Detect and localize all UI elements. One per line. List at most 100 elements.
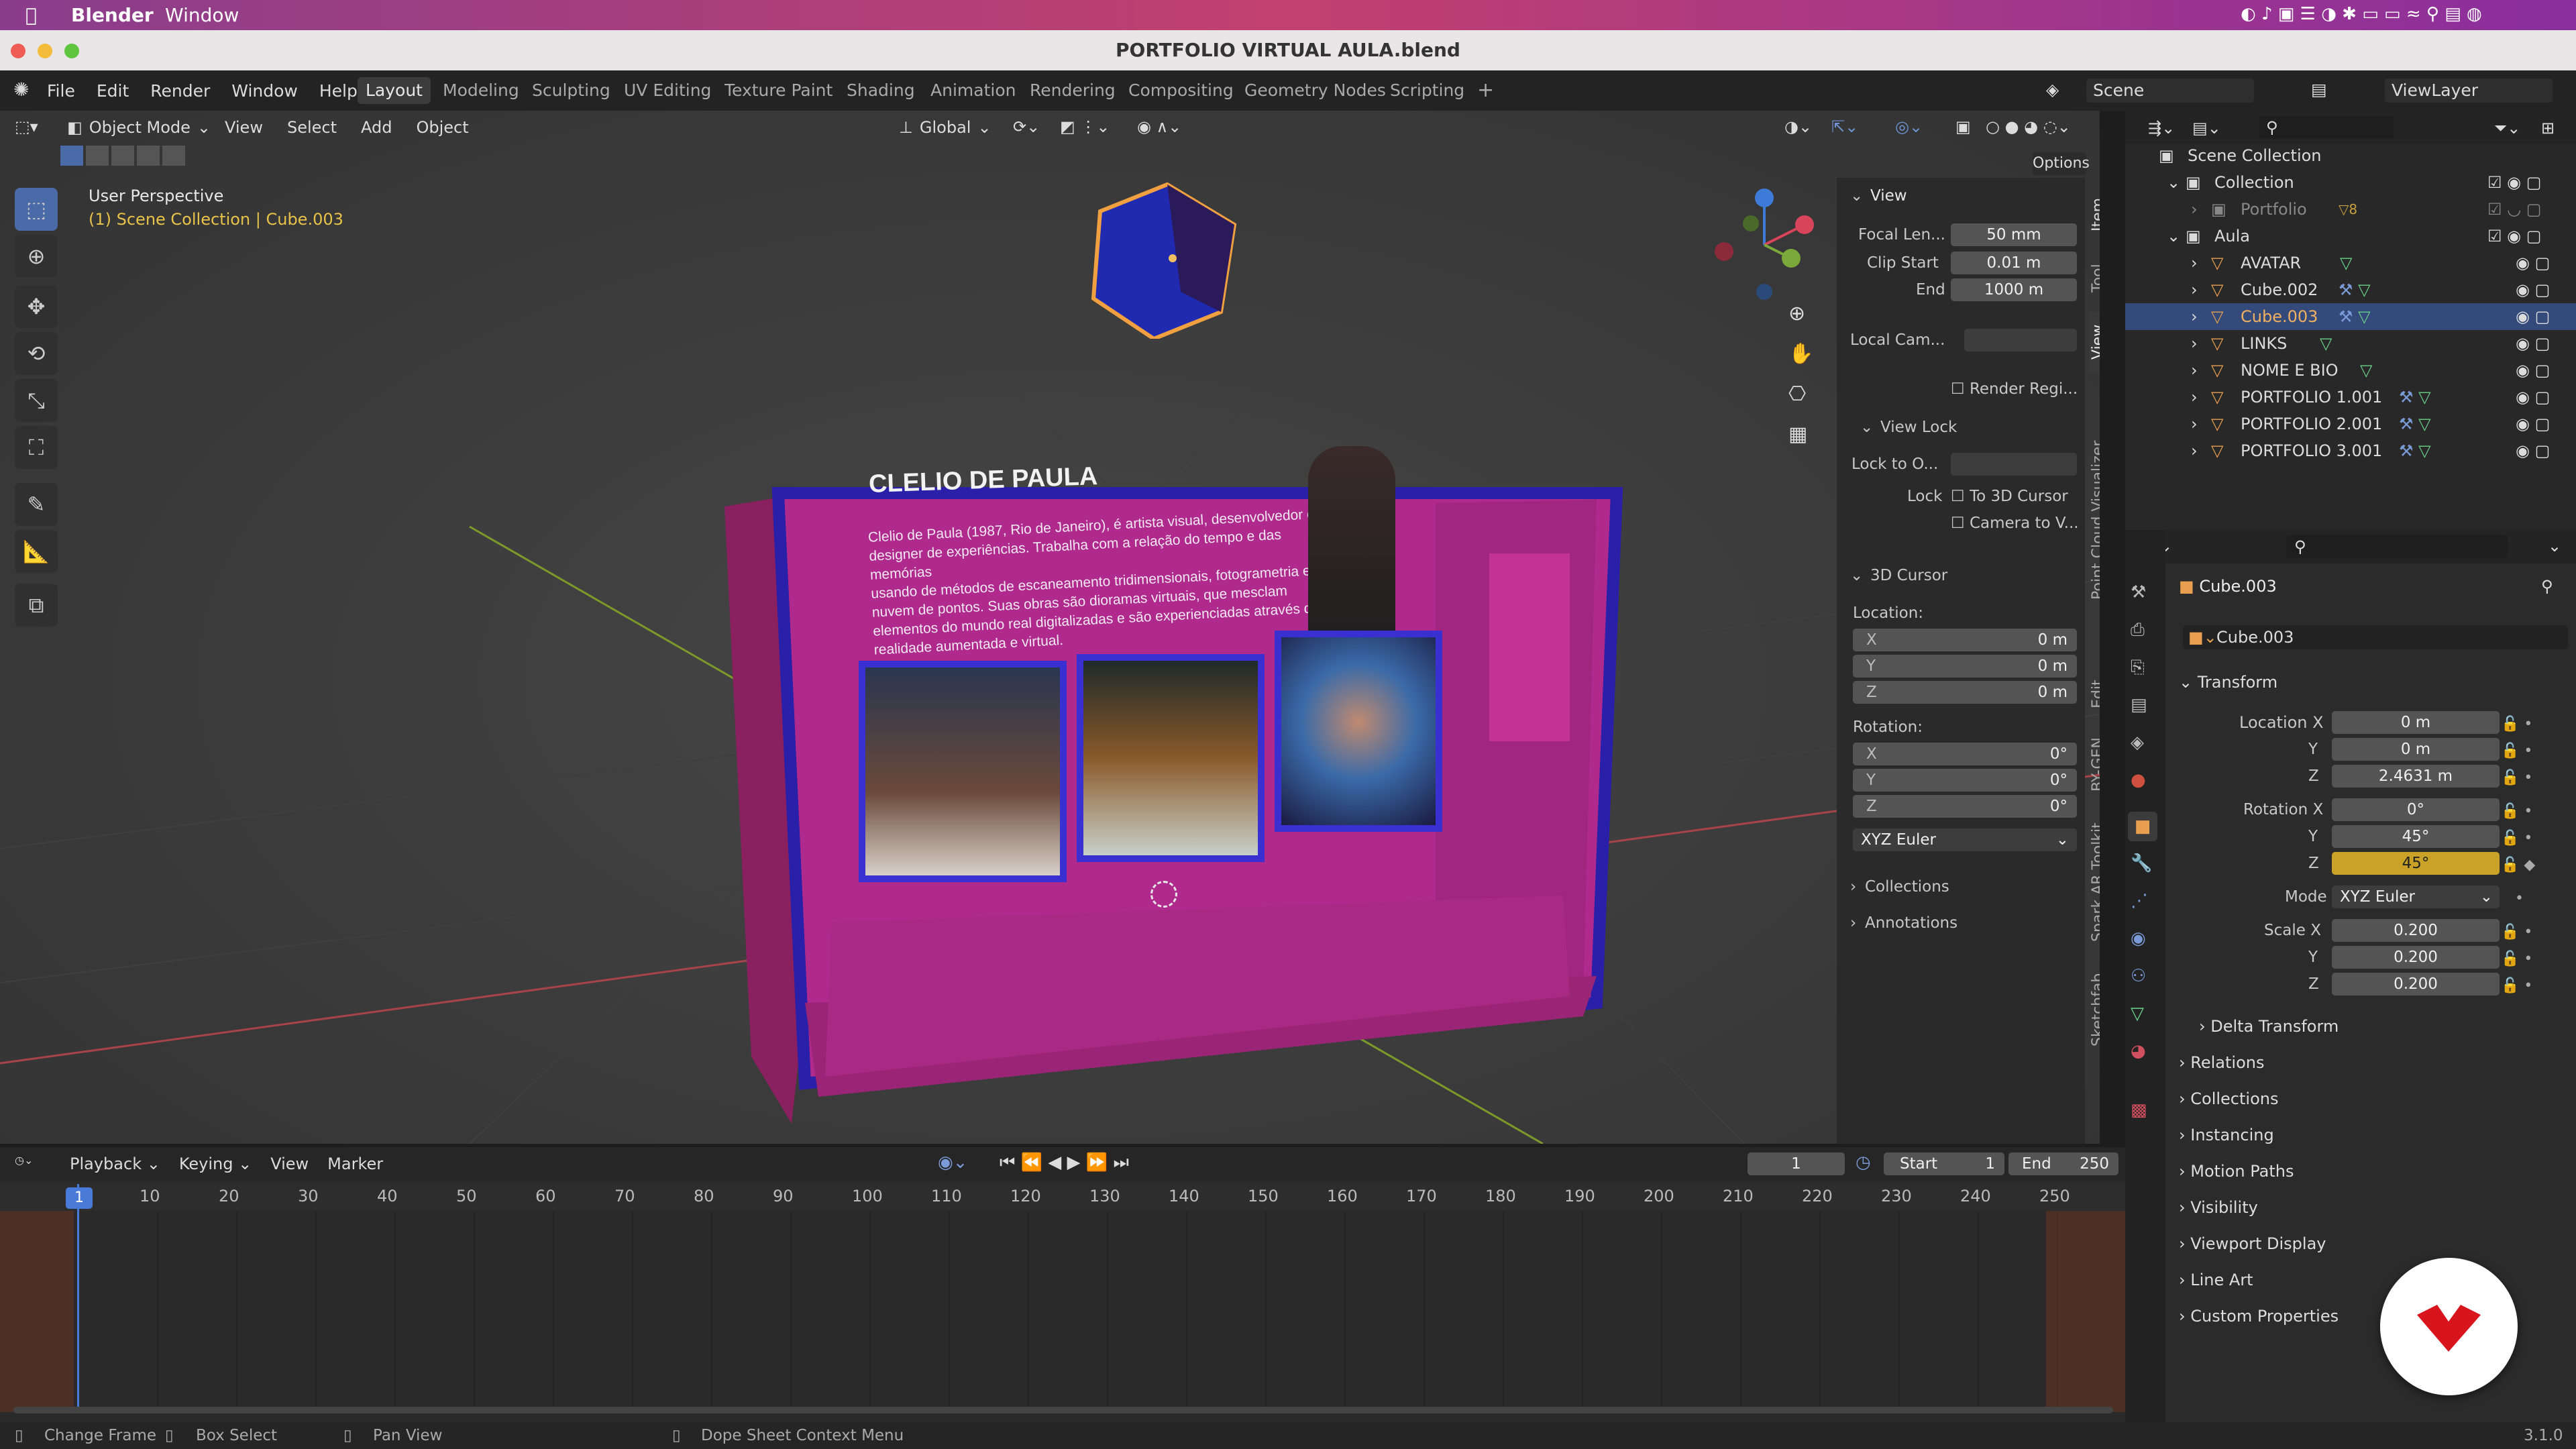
options-dropdown[interactable]: Options ⌄ xyxy=(2033,152,2090,195)
playhead[interactable] xyxy=(77,1184,79,1412)
timeline-menu-view[interactable]: View xyxy=(270,1155,309,1173)
texture-tab-icon[interactable]: ▩ xyxy=(2131,1100,2147,1120)
timeline-menu-keying[interactable]: Keying ⌄ xyxy=(179,1155,252,1173)
tab-view[interactable]: View xyxy=(2090,312,2100,372)
location-y-field[interactable]: 0 m xyxy=(2332,738,2500,761)
relations-section[interactable]: › Relations xyxy=(2179,1048,2568,1077)
render-region-checkbox[interactable]: ☐ Render Regi... xyxy=(1951,378,2078,400)
transform-section-header[interactable]: ⌄ Transform xyxy=(2179,667,2568,697)
select-extend-icon[interactable] xyxy=(86,146,109,166)
chevron-down-icon[interactable]: ⌄ xyxy=(2167,169,2180,196)
tab-uv-editing[interactable]: UV Editing xyxy=(616,77,719,104)
view-lock-title[interactable]: View Lock xyxy=(1880,416,1957,439)
chevron-right-icon[interactable]: › xyxy=(2191,330,2198,357)
outliner-row-selected[interactable]: › ▽ Cube.003 ⚒ ▽ ◉ ▢ xyxy=(2125,303,2576,330)
portfolio-frame-1[interactable] xyxy=(859,661,1067,882)
collections-section[interactable]: Collections xyxy=(1865,875,1949,898)
row-toggles-icon[interactable]: ◉ ▢ xyxy=(2516,384,2550,411)
delta-transform-section[interactable]: › Delta Transform xyxy=(2199,1012,2576,1041)
window-menu[interactable]: Window xyxy=(165,4,239,26)
lock-icon[interactable]: 🔓 • xyxy=(2501,825,2535,852)
timeline-scrollbar[interactable] xyxy=(13,1407,2113,1413)
constraints-tab-icon[interactable]: ⚇ xyxy=(2131,966,2146,986)
viewport-menu-object[interactable]: Object xyxy=(416,118,468,137)
select-mode-icons[interactable] xyxy=(60,146,185,166)
camera-icon[interactable]: ⎔ xyxy=(1788,382,1806,406)
expand-icon[interactable]: › xyxy=(1850,875,1856,898)
tab-compositing[interactable]: Compositing xyxy=(1120,77,1242,104)
annotate-tool[interactable]: ✎ xyxy=(15,483,58,526)
viewport-menu-add[interactable]: Add xyxy=(361,118,392,137)
outliner-row[interactable]: › ▽ PORTFOLIO 2.001 ⚒ ▽ ◉ ▢ xyxy=(2125,411,2576,437)
pin-icon[interactable]: ⚲ xyxy=(2541,577,2553,596)
filter-icon[interactable]: ⏷⌄ xyxy=(2494,119,2520,138)
outliner-row[interactable]: ⌄ ▣ Collection ☑ ◉ ▢ xyxy=(2125,169,2576,196)
render-tab-icon[interactable]: ⎙ xyxy=(2131,620,2145,641)
cursor-location-z[interactable]: Z 0 m xyxy=(1853,681,2077,704)
camera-to-view-checkbox[interactable]: ☐ Camera to V... xyxy=(1951,512,2079,535)
row-toggles-icon[interactable]: ◉ ▢ xyxy=(2516,411,2550,437)
rotate-tool[interactable]: ⟲ xyxy=(15,332,58,375)
lock-icon[interactable]: 🔓 • xyxy=(2501,798,2535,825)
lock-to-object-field[interactable] xyxy=(1951,453,2077,476)
grid-view-icon[interactable]: ▦ xyxy=(1788,423,1807,446)
current-frame-field[interactable]: 1 xyxy=(1748,1152,1845,1175)
lock-to-cursor-checkbox[interactable]: ☐ To 3D Cursor xyxy=(1951,485,2068,508)
tab-animation[interactable]: Animation xyxy=(922,77,1024,104)
frame-ruler[interactable]: 10 20 30 40 50 60 70 80 90 100 110 120 130 140 150 160 1… xyxy=(0,1184,2125,1211)
outliner-row[interactable]: › ▽ LINKS ▽ ◉ ▢ xyxy=(2125,330,2576,357)
apple-icon[interactable]:  xyxy=(25,4,37,26)
tab-shading[interactable]: Shading xyxy=(839,77,923,104)
editor-type-icon[interactable]: ⬚▾ xyxy=(15,117,38,136)
viewport-menu-view[interactable]: View xyxy=(225,118,263,137)
timeline-menu-playback[interactable]: Playback ⌄ xyxy=(70,1155,160,1173)
focal-length-field[interactable]: 50 mm xyxy=(1951,223,2077,246)
rotation-z-field-keyframed[interactable]: 45° xyxy=(2332,852,2500,875)
collapse-icon[interactable]: ⌄ xyxy=(1860,416,1873,439)
lock-icon[interactable]: 🔓 • xyxy=(2501,711,2535,738)
cursor-location-x[interactable]: X 0 m xyxy=(1853,629,2077,651)
selected-cube[interactable] xyxy=(1087,178,1248,339)
clip-start-field[interactable]: 0.01 m xyxy=(1951,252,2077,274)
chevron-down-icon[interactable]: ⌄ xyxy=(2548,537,2561,555)
select-subtract-icon[interactable] xyxy=(111,146,134,166)
view-layer-tab-icon[interactable]: ▤ xyxy=(2131,695,2147,715)
menu-help[interactable]: Help xyxy=(319,81,358,101)
output-tab-icon[interactable]: ⎘ xyxy=(2131,657,2145,678)
rotation-y-field[interactable]: 45° xyxy=(2332,825,2500,848)
new-collection-icon[interactable]: ⊞ xyxy=(2541,119,2555,138)
playback-controls-icon[interactable]: ⏮ ⏪ ◀ ▶ ⏩ ⏭ xyxy=(1000,1152,1129,1173)
outliner-row[interactable]: ⌄ ▣ Aula ☑ ◉ ▢ xyxy=(2125,223,2576,250)
chevron-right-icon[interactable]: › xyxy=(2191,411,2198,437)
timeline-menu-marker[interactable]: Marker xyxy=(327,1155,383,1173)
lock-icon[interactable]: 🔓 • xyxy=(2501,973,2535,1000)
row-toggles-icon[interactable]: ☑ ◉ ▢ xyxy=(2487,169,2541,196)
tab-item[interactable]: Item xyxy=(2090,184,2100,245)
outliner-search-input[interactable]: ⚲ xyxy=(2259,116,2394,139)
tab-layout[interactable]: Layout xyxy=(358,77,431,104)
local-camera-field[interactable] xyxy=(1964,329,2077,352)
row-toggles-icon[interactable]: ◉ ▢ xyxy=(2516,303,2550,330)
overlays-icon[interactable]: ◎⌄ xyxy=(1895,117,1923,136)
physics-tab-icon[interactable]: ◉ xyxy=(2131,928,2146,949)
outliner-row[interactable]: › ▽ Cube.002 ⚒ ▽ ◉ ▢ xyxy=(2125,276,2576,303)
view-layer-icon[interactable]: ▤ xyxy=(2311,80,2327,99)
chevron-right-icon[interactable]: › xyxy=(2191,196,2198,223)
display-mode-icon[interactable]: ⇶⌄ xyxy=(2148,119,2175,138)
select-intersect-icon[interactable] xyxy=(162,146,185,166)
lock-icon[interactable]: 🔓 • xyxy=(2501,765,2535,792)
select-box-tool[interactable]: ⬚ xyxy=(15,188,58,231)
chevron-right-icon[interactable]: › xyxy=(2191,303,2198,330)
zoom-window-button[interactable] xyxy=(64,44,79,58)
cursor-rotation-x[interactable]: X 0° xyxy=(1853,743,2077,765)
menu-file[interactable]: File xyxy=(47,81,75,101)
chevron-right-icon[interactable]: › xyxy=(2191,437,2198,464)
pivot-icon[interactable]: ⟳⌄ xyxy=(1013,117,1040,136)
world-tab-icon[interactable]: ● xyxy=(2131,770,2146,790)
cursor-location-y[interactable]: Y 0 m xyxy=(1853,655,2077,678)
chevron-right-icon[interactable]: › xyxy=(2191,250,2198,276)
portfolio-frame-3[interactable] xyxy=(1275,631,1442,832)
hand-pan-icon[interactable]: ✋ xyxy=(1788,342,1813,366)
object-name-field[interactable]: ■⌄ Cube.003 xyxy=(2183,625,2568,649)
lock-icon[interactable]: 🔓 ◆ xyxy=(2501,852,2535,879)
